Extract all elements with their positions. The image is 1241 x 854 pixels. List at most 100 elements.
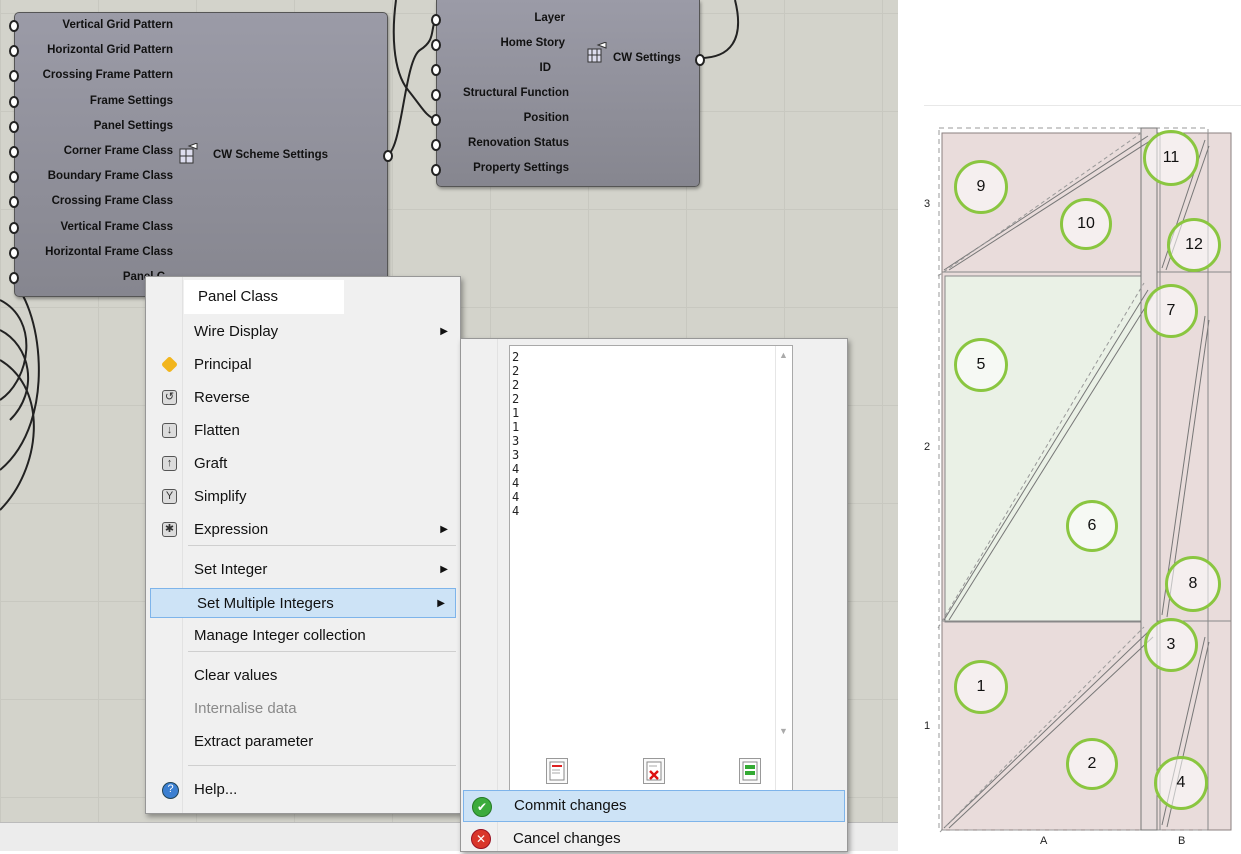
menu-item-simplify[interactable]: Y Simplify: [148, 482, 458, 512]
integer-value[interactable]: 2: [510, 350, 519, 364]
scroll-down-icon[interactable]: ▼: [779, 726, 788, 736]
integer-value[interactable]: 4: [510, 504, 519, 518]
input-grip[interactable]: [9, 20, 19, 32]
menu-separator: [188, 651, 456, 652]
scrollbar[interactable]: ▲ ▼: [775, 346, 792, 816]
input-grip[interactable]: [431, 14, 441, 26]
integer-value[interactable]: 2: [510, 364, 519, 378]
cw-scheme-settings-node[interactable]: Vertical Grid Pattern Horizontal Grid Pat…: [9, 12, 393, 297]
input-label: Boundary Frame Class: [47, 170, 173, 183]
input-grip[interactable]: [9, 95, 19, 108]
integer-value[interactable]: 4: [510, 490, 519, 504]
output-grip[interactable]: [383, 150, 393, 162]
menu-item-label: Internalise data: [194, 700, 297, 717]
menu-item-set-multiple-integers[interactable]: Set Multiple Integers ▶: [150, 588, 456, 618]
input-grip[interactable]: [9, 120, 19, 133]
menu-item-label: Extract parameter: [194, 733, 314, 750]
panel-grid-drawing: [937, 127, 1232, 833]
scroll-up-icon[interactable]: ▲: [779, 350, 788, 360]
integer-value[interactable]: 1: [510, 420, 519, 434]
submenu-icon-gutter: [461, 339, 498, 851]
insert-values-button[interactable]: [546, 758, 568, 784]
panel-number-marker: 10: [1060, 198, 1112, 250]
input-grip[interactable]: [431, 114, 441, 126]
panel-number-marker: 1: [954, 660, 1008, 714]
integer-values-list[interactable]: 222211334444 ▲ ▼: [509, 345, 793, 817]
input-grip[interactable]: [9, 221, 19, 234]
submenu-arrow-icon: ▶: [437, 598, 445, 609]
integer-value[interactable]: 2: [510, 392, 519, 406]
menu-item-manage-integer-collection[interactable]: Manage Integer collection: [148, 621, 458, 651]
menu-item-label: Wire Display: [194, 323, 279, 340]
cancel-changes-item[interactable]: ✕ Cancel changes: [463, 824, 845, 852]
input-label: ID: [539, 62, 552, 74]
menu-item-wire-display[interactable]: Wire Display ▶: [148, 317, 458, 347]
commit-changes-item[interactable]: ✔ Commit changes: [463, 790, 845, 822]
delete-values-button[interactable]: [643, 758, 665, 784]
input-label: Renovation Status: [468, 137, 569, 149]
submenu-arrow-icon: ▶: [440, 326, 448, 337]
menu-separator: [188, 765, 456, 766]
integer-value[interactable]: 2: [510, 378, 519, 392]
menu-header-field: Panel Class: [184, 280, 344, 314]
menu-item-expression[interactable]: ✱ Expression ▶: [148, 515, 458, 545]
input-label: Horizontal Frame Class: [45, 245, 173, 258]
input-grip[interactable]: [431, 89, 441, 101]
column-label: A: [1040, 835, 1048, 847]
input-label: Property Settings: [473, 162, 569, 174]
cw-settings-node[interactable]: Layer Home Story ID Structural Function Posi…: [431, 0, 705, 187]
input-grip[interactable]: [9, 272, 19, 284]
menu-item-clear-values[interactable]: Clear values: [148, 661, 458, 691]
menu-item-label: Flatten: [194, 422, 240, 439]
panel-number-marker: 3: [1144, 618, 1198, 672]
menu-item-label: Principal: [194, 356, 252, 373]
panel-number-marker: 8: [1165, 556, 1221, 612]
principal-icon: [161, 356, 178, 373]
input-grip[interactable]: [431, 64, 441, 76]
input-label: Vertical Frame Class: [60, 220, 173, 233]
input-grip[interactable]: [431, 39, 441, 51]
input-grip[interactable]: [9, 70, 19, 83]
integer-value[interactable]: 4: [510, 476, 519, 490]
input-grip[interactable]: [9, 45, 19, 58]
integer-value[interactable]: 3: [510, 448, 519, 462]
menu-item-label: Set Multiple Integers: [197, 595, 334, 612]
input-label: Home Story: [500, 37, 565, 49]
input-grip[interactable]: [431, 164, 441, 176]
input-grip[interactable]: [9, 146, 19, 158]
grasshopper-canvas[interactable]: Vertical Grid Pattern Horizontal Grid Pat…: [0, 0, 898, 852]
graft-icon: ↑: [162, 456, 177, 471]
input-label: Vertical Grid Pattern: [62, 19, 173, 31]
input-label: Corner Frame Class: [63, 145, 173, 157]
integer-value[interactable]: 4: [510, 462, 519, 476]
menu-item-principal[interactable]: Principal: [148, 350, 458, 380]
integer-value[interactable]: 1: [510, 406, 519, 420]
input-label: Position: [523, 112, 569, 124]
column-label: B: [1178, 835, 1186, 847]
menu-item-help[interactable]: ? Help...: [148, 775, 458, 805]
input-label: Crossing Frame Class: [51, 195, 173, 208]
menu-item-label: Reverse: [194, 389, 250, 406]
input-grip[interactable]: [9, 246, 19, 259]
cw-settings-output: CW Settings: [613, 52, 681, 64]
output-grip[interactable]: [695, 54, 705, 66]
menu-item-extract-parameter[interactable]: Extract parameter: [148, 727, 458, 757]
menu-item-set-integer[interactable]: Set Integer ▶: [148, 555, 458, 585]
submenu-arrow-icon: ▶: [440, 564, 448, 575]
cw-settings-icon: [586, 41, 608, 64]
row-label: 1: [924, 720, 931, 732]
menu-separator: [188, 545, 456, 546]
menu-item-reverse[interactable]: ↺ Reverse: [148, 383, 458, 413]
input-grip[interactable]: [9, 196, 19, 209]
panel-number-marker: 4: [1154, 756, 1208, 810]
expression-icon: ✱: [162, 522, 177, 537]
sort-values-button[interactable]: [739, 758, 761, 784]
menu-item-graft[interactable]: ↑ Graft: [148, 449, 458, 479]
input-grip[interactable]: [9, 171, 19, 184]
input-label: Structural Function: [462, 87, 569, 99]
input-grip[interactable]: [431, 139, 441, 151]
menu-item-label: Help...: [194, 781, 238, 798]
menu-item-flatten[interactable]: ↓ Flatten: [148, 416, 458, 446]
integer-value[interactable]: 3: [510, 434, 519, 448]
menu-item-label: Set Integer: [194, 561, 268, 578]
